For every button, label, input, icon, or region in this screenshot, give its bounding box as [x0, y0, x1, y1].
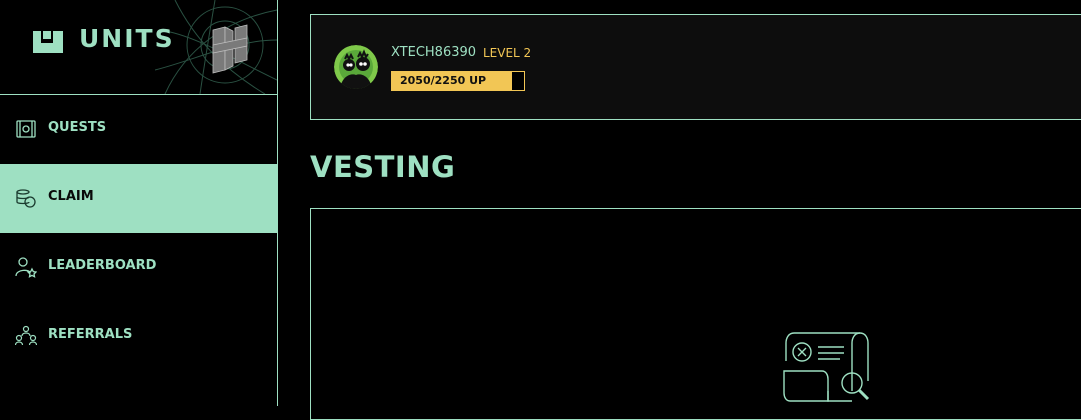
- sidebar-item-label: LEADERBOARD: [48, 258, 157, 273]
- sidebar-item-label: CLAIM: [48, 189, 94, 204]
- vesting-panel: [310, 208, 1081, 420]
- empty-document-search-icon: [783, 332, 870, 402]
- xp-progress-bar: 2050/2250 UP: [391, 71, 525, 91]
- quests-icon: [16, 120, 36, 138]
- sidebar: UNITS QUESTS CLAIM LEADERBOARD REFERRALS: [0, 0, 278, 406]
- level-badge: LEVEL 2: [483, 46, 532, 60]
- username: XTECH86390: [391, 45, 477, 60]
- xp-progress-text: 2050/2250 UP: [400, 74, 487, 87]
- avatar[interactable]: [334, 45, 378, 89]
- avatar-image: [334, 45, 378, 89]
- sidebar-item-leaderboard[interactable]: LEADERBOARD: [0, 233, 277, 302]
- page-title: VESTING: [310, 150, 456, 184]
- leaderboard-icon: [15, 257, 37, 278]
- sidebar-item-quests[interactable]: QUESTS: [0, 95, 277, 164]
- sidebar-item-label: REFERRALS: [48, 327, 133, 342]
- claim-icon: [16, 189, 36, 208]
- user-card: XTECH86390 LEVEL 2 2050/2250 UP: [310, 14, 1081, 120]
- sidebar-item-referrals[interactable]: REFERRALS: [0, 302, 277, 371]
- sidebar-item-claim[interactable]: CLAIM: [0, 164, 277, 233]
- logo-mark-icon: [33, 31, 63, 53]
- logo-area: UNITS: [0, 0, 277, 95]
- sidebar-item-label: QUESTS: [48, 120, 107, 135]
- logo-text: UNITS: [79, 24, 175, 53]
- referrals-icon: [15, 325, 37, 346]
